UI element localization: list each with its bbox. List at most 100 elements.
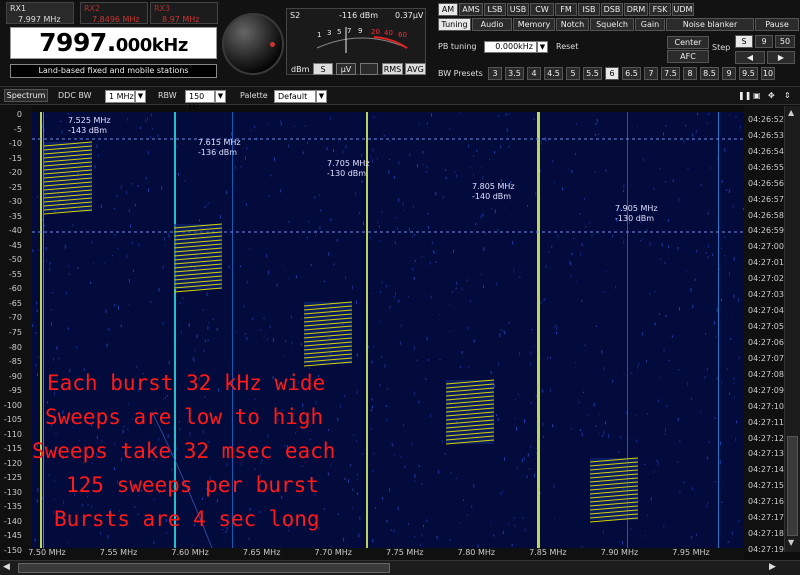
noise-speck xyxy=(461,287,463,291)
unit-dbm-label[interactable]: dBm xyxy=(291,65,309,74)
bw-preset-8-5[interactable]: 8.5 xyxy=(700,67,719,80)
rms-button[interactable]: RMS xyxy=(382,63,403,75)
noise-speck xyxy=(508,113,510,115)
noise-speck xyxy=(441,439,443,444)
mode-cw[interactable]: CW xyxy=(530,3,554,16)
bw-preset-4-5[interactable]: 4.5 xyxy=(544,67,563,80)
step-50[interactable]: 50 xyxy=(775,35,795,48)
bw-preset-9-5[interactable]: 9.5 xyxy=(739,67,758,80)
avg-button[interactable]: AVG xyxy=(405,63,426,75)
tab-gain[interactable]: Gain xyxy=(635,18,665,31)
main-frequency-display[interactable]: 7997.000kHz xyxy=(10,27,217,59)
bw-preset-3-5[interactable]: 3.5 xyxy=(505,67,524,80)
tab-squelch[interactable]: Squelch xyxy=(590,18,634,31)
vertical-scrollbar[interactable]: ▲ ▼ xyxy=(784,106,800,552)
bw-preset-3[interactable]: 3 xyxy=(488,67,502,80)
pb-reset-button[interactable]: Reset xyxy=(556,42,578,51)
bw-preset-4[interactable]: 4 xyxy=(527,67,541,80)
bw-preset-8[interactable]: 8 xyxy=(683,67,697,80)
noise-speck xyxy=(527,453,529,457)
frequency-value: 7997. xyxy=(39,28,116,57)
step-left-arrow-icon[interactable]: ◀ xyxy=(735,51,765,64)
bw-preset-6-5[interactable]: 6.5 xyxy=(622,67,641,80)
noise-speck xyxy=(249,248,251,250)
palette-dropdown-icon[interactable]: ▼ xyxy=(316,90,327,103)
tab-notch[interactable]: Notch xyxy=(556,18,589,31)
rx3-tab[interactable]: RX3 8.97 MHz xyxy=(150,2,218,24)
noise-speck xyxy=(36,309,38,313)
noise-speck xyxy=(423,524,424,528)
rbw-select[interactable]: 150 Hz xyxy=(185,90,215,112)
bw-preset-9[interactable]: 9 xyxy=(722,67,736,80)
pause-icon[interactable]: ❚❚ xyxy=(738,90,751,103)
horizontal-scroll-thumb[interactable] xyxy=(18,563,390,573)
noise-speck xyxy=(513,517,515,519)
noise-speck xyxy=(372,539,374,543)
ddc-bw-select[interactable]: 1 MHz xyxy=(105,90,135,103)
vertical-scroll-thumb[interactable] xyxy=(787,436,798,536)
time-tick-label: 04:27:07 xyxy=(748,353,784,363)
step-right-arrow-icon[interactable]: ▶ xyxy=(767,51,795,64)
afc-button[interactable]: AFC xyxy=(667,50,709,63)
palette-select[interactable]: Default xyxy=(274,90,316,103)
noise-speck xyxy=(208,202,210,205)
save-icon[interactable]: ▣ xyxy=(753,90,761,103)
rbw-dropdown-icon[interactable]: ▼ xyxy=(215,90,226,103)
noise-speck xyxy=(418,400,420,404)
rx1-tab[interactable]: RX1 7.997 MHz xyxy=(6,2,74,24)
step-9[interactable]: 9 xyxy=(755,35,773,48)
step-s[interactable]: S xyxy=(735,35,753,48)
spectrum-button[interactable]: Spectrum xyxy=(4,89,48,102)
noise-speck xyxy=(570,427,572,430)
noise-speck xyxy=(65,291,67,295)
mode-usb[interactable]: USB xyxy=(507,3,529,16)
unit-s-button[interactable]: S xyxy=(313,63,333,75)
noise-speck xyxy=(504,331,506,335)
bw-preset-7-5[interactable]: 7.5 xyxy=(661,67,680,80)
noise-speck xyxy=(459,522,460,524)
bw-preset-10[interactable]: 10 xyxy=(761,67,775,80)
pb-tuning-dropdown-icon[interactable]: ▼ xyxy=(537,41,548,53)
noise-speck xyxy=(372,469,374,473)
noise-speck xyxy=(87,503,89,506)
pb-tuning-input[interactable]: 0.000kHz xyxy=(484,41,537,53)
scroll-left-icon[interactable]: ◀ xyxy=(3,562,10,572)
mode-fsk[interactable]: FSK xyxy=(649,3,671,16)
mode-udm[interactable]: UDM xyxy=(672,3,694,16)
collapse-icon[interactable]: ⇕ xyxy=(784,90,791,103)
noise-speck xyxy=(393,529,395,533)
noise-speck xyxy=(637,125,638,127)
ddc-bw-dropdown-icon[interactable]: ▼ xyxy=(135,90,146,103)
noise-speck xyxy=(157,133,159,138)
ddc-bw-label: DDC BW xyxy=(58,91,92,100)
scroll-right-icon[interactable]: ▶ xyxy=(769,562,776,572)
mode-fm[interactable]: FM xyxy=(555,3,577,16)
tab-tuning[interactable]: Tuning xyxy=(438,18,471,31)
tab-noise-blanker[interactable]: Noise blanker xyxy=(666,18,754,31)
noise-speck xyxy=(683,139,685,144)
waterfall-display[interactable]: 7.525 MHz -143 dBm 7.615 MHz -136 dBm 7.70… xyxy=(32,112,744,548)
mode-dsb[interactable]: DSB xyxy=(601,3,623,16)
mode-lsb[interactable]: LSB xyxy=(484,3,506,16)
tab-audio[interactable]: Audio xyxy=(472,18,512,31)
noise-speck xyxy=(202,429,204,434)
settings-icon[interactable]: ✥ xyxy=(768,90,775,103)
mode-ams[interactable]: AMS xyxy=(459,3,483,16)
tab-pause[interactable]: Pause xyxy=(755,18,799,31)
scroll-up-icon[interactable]: ▲ xyxy=(788,108,794,117)
mode-drm[interactable]: DRM xyxy=(624,3,648,16)
center-button[interactable]: Center xyxy=(667,36,709,49)
noise-speck xyxy=(403,209,405,211)
unit-uv-button[interactable]: µV xyxy=(336,63,356,75)
bw-preset-6[interactable]: 6 xyxy=(605,67,619,80)
mode-am[interactable]: AM xyxy=(438,3,458,16)
bw-preset-7[interactable]: 7 xyxy=(644,67,658,80)
bw-preset-5[interactable]: 5 xyxy=(566,67,580,80)
mode-isb[interactable]: ISB xyxy=(578,3,600,16)
horizontal-scrollbar[interactable]: ◀ ▶ xyxy=(0,560,800,575)
tab-memory[interactable]: Memory xyxy=(513,18,555,31)
noise-speck xyxy=(449,304,451,306)
rx2-tab[interactable]: RX2 7.8496 MHz xyxy=(80,2,148,24)
scroll-down-icon[interactable]: ▼ xyxy=(788,538,794,547)
bw-preset-5-5[interactable]: 5.5 xyxy=(583,67,602,80)
